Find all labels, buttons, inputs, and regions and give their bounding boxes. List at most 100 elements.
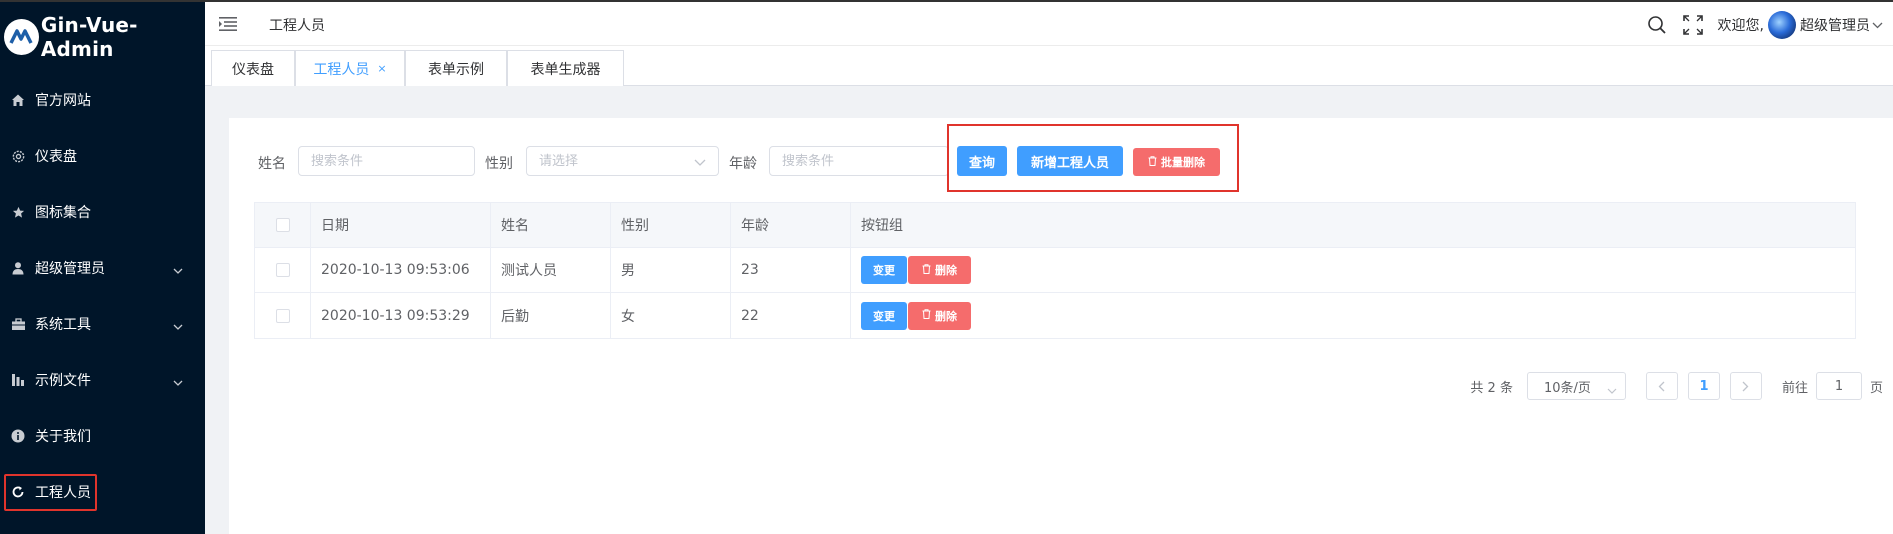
cell-actions: 变更 删除 (851, 248, 1855, 292)
sidebar-item-label: 图标集合 (35, 205, 91, 221)
column-header-name[interactable]: 姓名 (491, 203, 611, 247)
highlight-box (4, 474, 97, 511)
page-suffix: 页 (1869, 380, 1883, 396)
sidebar-item-label: 官方网站 (35, 93, 91, 109)
chevron-down-icon (173, 374, 183, 390)
table-row: 2020-10-13 09:53:29 后勤 女 22 变更 删除 (255, 293, 1855, 338)
tab-label: 仪表盘 (232, 61, 274, 78)
column-header-date[interactable]: 日期 (311, 203, 491, 247)
star-icon (10, 204, 26, 220)
column-header-age[interactable]: 年龄 (731, 203, 851, 247)
sidebar-item-label: 仪表盘 (35, 149, 77, 165)
tab-form-generator[interactable]: 表单生成器 (507, 50, 624, 86)
search-icon[interactable] (1646, 14, 1668, 36)
tab-label: 表单生成器 (530, 61, 601, 78)
page-number-button[interactable]: 1 (1687, 372, 1720, 400)
cell-age: 22 (731, 293, 851, 338)
cell-gender: 女 (611, 293, 731, 338)
avatar[interactable] (1768, 11, 1796, 39)
app-root: Gin-Vue-Admin 官方网站 仪表盘 图标集合 超级管理员 系统工具 示… (0, 0, 1893, 534)
tab-label: 工程人员 (313, 61, 370, 78)
tab-engineers[interactable]: 工程人员 × (295, 50, 405, 86)
cell-gender: 男 (611, 248, 731, 292)
cell-age: 23 (731, 248, 851, 292)
gear-icon (10, 148, 26, 164)
edit-button[interactable]: 变更 (861, 256, 907, 284)
welcome-text: 欢迎您, (1717, 18, 1764, 34)
name-search-input[interactable] (298, 146, 475, 176)
batch-delete-label: 批量删除 (1161, 156, 1205, 169)
page-size-select[interactable]: 10条/页 (1526, 372, 1626, 400)
chevron-down-icon (1607, 383, 1617, 398)
pagination-total: 共 2 条 (1470, 380, 1513, 396)
table-header-row: 日期 姓名 性别 年龄 按钮组 (255, 203, 1855, 248)
chart-icon (10, 372, 26, 388)
age-label: 年龄 (729, 156, 757, 172)
tab-form-example[interactable]: 表单示例 (405, 50, 507, 86)
select-all-checkbox[interactable] (275, 218, 290, 232)
trash-icon (1148, 155, 1157, 169)
edit-button[interactable]: 变更 (861, 301, 907, 330)
menu-collapse-icon[interactable] (219, 16, 237, 32)
sidebar-item-system-tools[interactable]: 系统工具 (0, 296, 205, 352)
next-page-button[interactable] (1729, 372, 1762, 400)
user-name[interactable]: 超级管理员 (1800, 15, 1870, 35)
trash-icon (922, 263, 931, 277)
logo-icon (4, 19, 39, 55)
delete-button[interactable]: 删除 (908, 256, 971, 284)
user-icon (10, 260, 26, 276)
prev-page-button[interactable] (1645, 372, 1678, 400)
column-header-gender[interactable]: 性别 (611, 203, 731, 247)
row-checkbox[interactable] (275, 263, 290, 277)
engineers-table: 日期 姓名 性别 年龄 按钮组 2020-10-13 09:53:06 测试人员… (254, 202, 1856, 339)
name-label: 姓名 (258, 156, 286, 172)
sidebar-item-label: 系统工具 (35, 317, 91, 333)
query-button[interactable]: 查询 (957, 146, 1007, 176)
sidebar-item-label: 示例文件 (35, 373, 91, 389)
close-icon[interactable]: × (377, 62, 386, 75)
sidebar-item-icons[interactable]: 图标集合 (0, 184, 205, 240)
gender-select[interactable] (526, 146, 719, 176)
delete-label: 删除 (935, 309, 957, 323)
logo-text: Gin-Vue-Admin (40, 13, 138, 61)
trash-icon (922, 309, 931, 322)
sidebar-item-label: 超级管理员 (35, 261, 105, 277)
sidebar-item-super-admin[interactable]: 超级管理员 (0, 240, 205, 296)
delete-label: 删除 (935, 264, 957, 277)
row-checkbox[interactable] (275, 308, 290, 323)
goto-label: 前往 (1781, 380, 1808, 396)
cell-name: 测试人员 (491, 248, 611, 292)
delete-button[interactable]: 删除 (908, 301, 971, 330)
tab-bar: 仪表盘 工程人员 × 表单示例 表单生成器 (205, 46, 1893, 86)
header-actions: 欢迎您, 超级管理员 (1632, 11, 1883, 39)
toolbox-icon (10, 316, 26, 332)
sidebar: Gin-Vue-Admin 官方网站 仪表盘 图标集合 超级管理员 系统工具 示… (0, 0, 205, 534)
sidebar-item-engineers[interactable]: 工程人员 (0, 464, 205, 520)
info-icon (10, 428, 26, 444)
sidebar-item-about[interactable]: 关于我们 (0, 408, 205, 464)
row-select-cell (255, 248, 311, 292)
table-row: 2020-10-13 09:53:06 测试人员 男 23 变更 删除 (255, 248, 1855, 293)
cell-date: 2020-10-13 09:53:29 (311, 293, 491, 338)
cell-name: 后勤 (491, 293, 611, 338)
chevron-down-icon (173, 262, 183, 278)
goto-page-input[interactable] (1815, 372, 1862, 400)
breadcrumb: 工程人员 (269, 18, 325, 34)
chevron-down-icon (694, 154, 706, 170)
logo[interactable]: Gin-Vue-Admin (0, 2, 205, 72)
fullscreen-icon[interactable] (1682, 14, 1704, 36)
batch-delete-button[interactable]: 批量删除 (1133, 148, 1220, 176)
sidebar-item-dashboard[interactable]: 仪表盘 (0, 128, 205, 184)
age-search-input[interactable] (769, 146, 949, 176)
row-select-cell (255, 293, 311, 338)
add-engineer-button[interactable]: 新增工程人员 (1017, 146, 1123, 176)
sidebar-item-official-site[interactable]: 官方网站 (0, 72, 205, 128)
sidebar-menu: 官方网站 仪表盘 图标集合 超级管理员 系统工具 示例文件 关于我们 工程人员 (0, 72, 205, 520)
cell-actions: 变更 删除 (851, 293, 1855, 338)
sidebar-item-example-files[interactable]: 示例文件 (0, 352, 205, 408)
tab-dashboard[interactable]: 仪表盘 (211, 50, 295, 86)
tab-label: 表单示例 (428, 61, 484, 78)
gender-label: 性别 (485, 156, 513, 172)
chevron-down-icon[interactable] (1872, 17, 1883, 33)
page-size-value: 10条/页 (1543, 380, 1591, 396)
